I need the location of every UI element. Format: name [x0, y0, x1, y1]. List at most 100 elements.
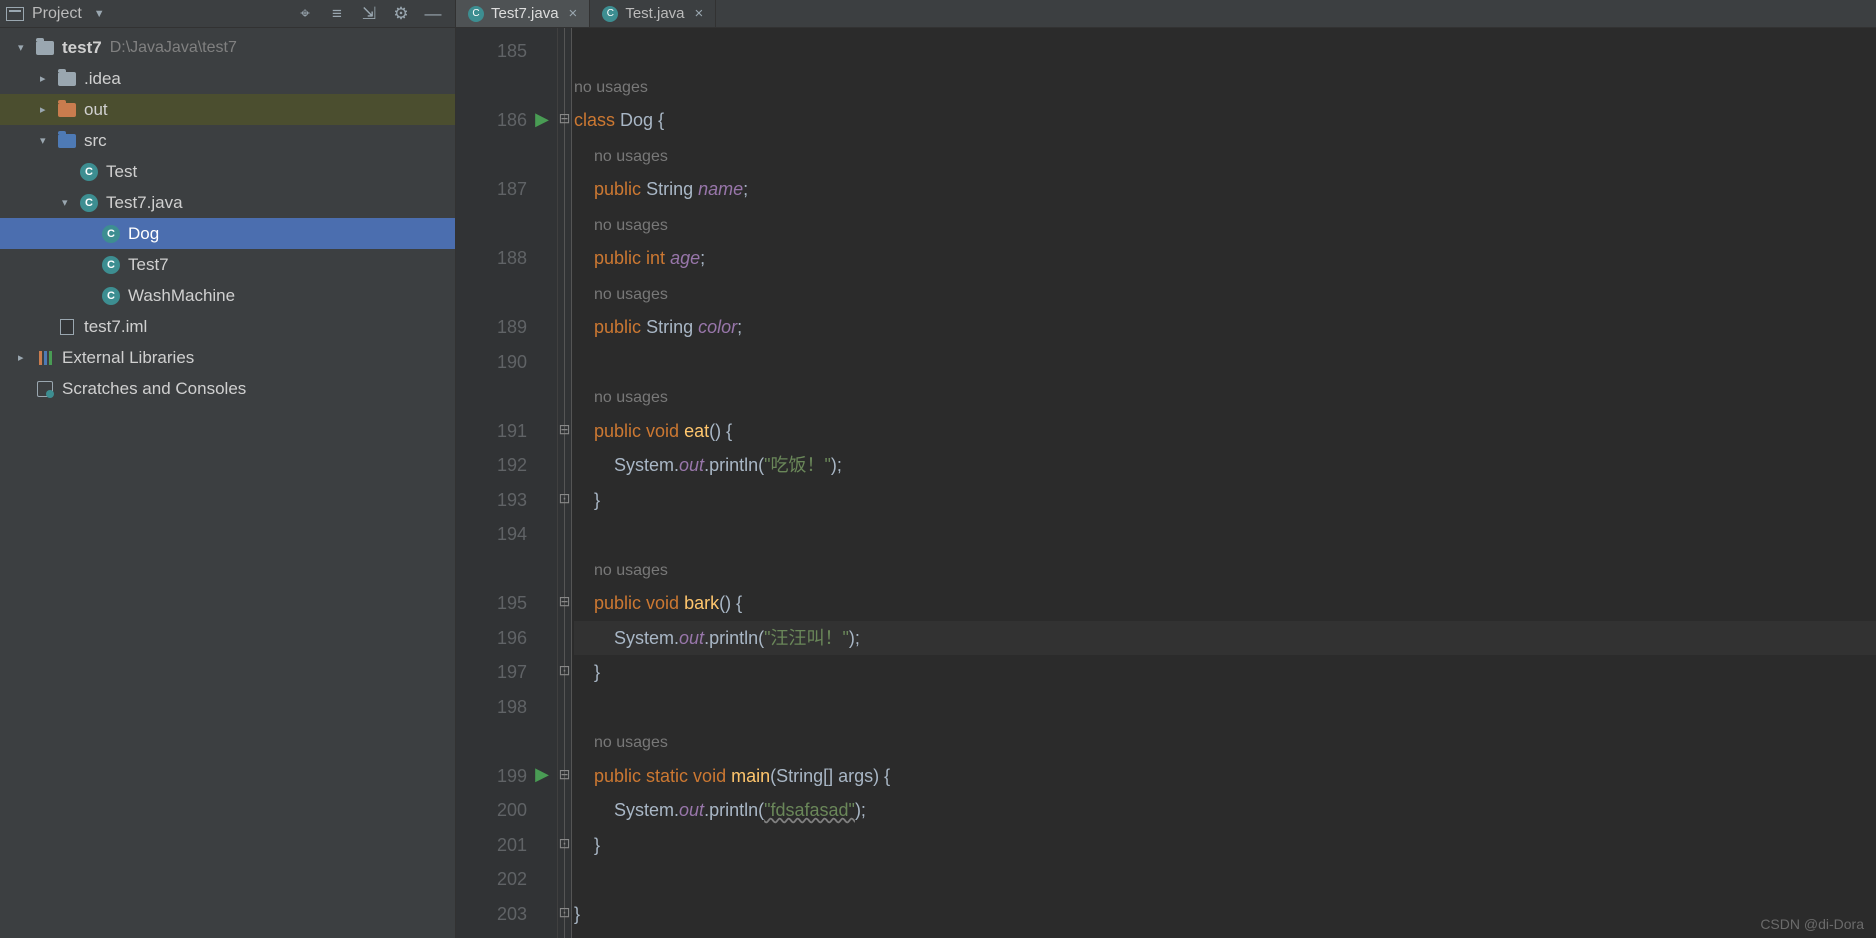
code-line[interactable]: }	[574, 828, 1876, 863]
code-line[interactable]: public String color;	[574, 310, 1876, 345]
tree-row-dog[interactable]: CDog	[0, 218, 455, 249]
tree-row-out[interactable]: ▸ out	[0, 94, 455, 125]
code-line[interactable]	[574, 862, 1876, 897]
code-line[interactable]: public String name;	[574, 172, 1876, 207]
fold-icon[interactable]: ⊡	[559, 907, 570, 918]
code-line[interactable]: public int age;	[574, 241, 1876, 276]
folder-icon	[58, 70, 76, 88]
usage-hint[interactable]: no usages	[594, 389, 668, 406]
expand-icon[interactable]: ≡	[326, 3, 348, 25]
close-icon[interactable]: ×	[695, 5, 704, 22]
tab-test7-java[interactable]: CTest7.java×	[456, 0, 590, 27]
code-line[interactable]: no usages	[574, 552, 1876, 587]
fold-column: ⊟ ⊟ ⊡ ⊟ ⊡ ⊟ ⊡ ⊡	[558, 28, 572, 938]
java-file-icon: C	[602, 6, 618, 22]
fold-icon[interactable]: ⊟	[559, 113, 570, 124]
tree-arrow-icon[interactable]: ▸	[18, 351, 32, 364]
fold-icon[interactable]: ⊡	[559, 493, 570, 504]
hide-icon[interactable]: —	[422, 3, 444, 25]
code-line[interactable]: System.out.println("fdsafasad");	[574, 793, 1876, 828]
tree-label: test7	[62, 38, 102, 58]
code-line[interactable]: no usages	[574, 276, 1876, 311]
code-line[interactable]	[574, 34, 1876, 69]
tree-arrow-icon[interactable]: ▸	[40, 72, 54, 85]
code-line[interactable]	[574, 517, 1876, 552]
gear-icon[interactable]: ⚙	[390, 3, 412, 25]
tree-row-test7[interactable]: C Test7	[0, 249, 455, 280]
usage-hint[interactable]: no usages	[594, 286, 668, 303]
fold-icon[interactable]: ⊟	[559, 424, 570, 435]
code-line[interactable]: public void bark() {	[574, 586, 1876, 621]
tree-row-src[interactable]: ▾ src	[0, 125, 455, 156]
tree-label: test7.iml	[84, 317, 147, 337]
tree-row-test7-iml[interactable]: test7.iml	[0, 311, 455, 342]
class-icon: C	[102, 256, 120, 274]
code-line[interactable]: no usages	[574, 724, 1876, 759]
fold-icon[interactable]: ⊟	[559, 596, 570, 607]
code-line[interactable]: no usages	[574, 69, 1876, 104]
code-body[interactable]: no usages class Dog { no usages public St…	[572, 28, 1876, 938]
tree-label: Test7.java	[106, 193, 183, 213]
code-editor[interactable]: 185186▶187188189190191192193194195196197…	[456, 28, 1876, 938]
usage-hint[interactable]: no usages	[594, 148, 668, 165]
tree-arrow-icon[interactable]: ▾	[62, 196, 76, 209]
tree-label: Test7	[128, 255, 169, 275]
class-icon: C	[102, 287, 120, 305]
scratches-icon	[36, 380, 54, 398]
code-line[interactable]: no usages	[574, 207, 1876, 242]
fold-icon[interactable]: ⊟	[559, 769, 570, 780]
code-line[interactable]: public void eat() {	[574, 414, 1876, 449]
tree-label: External Libraries	[62, 348, 194, 368]
tree-label: .idea	[84, 69, 121, 89]
code-line[interactable]: System.out.println("汪汪叫！");	[574, 621, 1876, 656]
fold-icon[interactable]: ⊡	[559, 665, 570, 676]
folder-icon	[58, 101, 76, 119]
usage-hint[interactable]: no usages	[594, 217, 668, 234]
code-line[interactable]: no usages	[574, 379, 1876, 414]
usage-hint[interactable]: no usages	[574, 79, 648, 96]
tree-row-test7-java[interactable]: ▾CTest7.java	[0, 187, 455, 218]
tree-row-external-libraries[interactable]: ▸ External Libraries	[0, 342, 455, 373]
tab-label: Test.java	[625, 5, 684, 22]
tree-arrow-icon[interactable]: ▸	[40, 103, 54, 116]
tree-row-washmachine[interactable]: CWashMachine	[0, 280, 455, 311]
code-line[interactable]: }	[574, 483, 1876, 518]
code-line[interactable]: }	[574, 897, 1876, 932]
code-line[interactable]: no usages	[574, 138, 1876, 173]
locate-icon[interactable]: ⌖	[294, 3, 316, 25]
tree-label: Scratches and Consoles	[62, 379, 246, 399]
usage-hint[interactable]: no usages	[594, 562, 668, 579]
sidebar-dropdown-icon[interactable]: ▼	[94, 8, 105, 20]
tree-row-test7[interactable]: ▾ test7 D:\JavaJava\test7	[0, 32, 455, 63]
tree-label: src	[84, 131, 107, 151]
tree-row-scratches-and-consoles[interactable]: Scratches and Consoles	[0, 373, 455, 404]
tree-row-test[interactable]: CTest	[0, 156, 455, 187]
collapse-icon[interactable]: ⇲	[358, 3, 380, 25]
editor-tabs: CTest7.java×CTest.java×	[456, 0, 1876, 28]
usage-hint[interactable]: no usages	[594, 734, 668, 751]
code-line[interactable]: class Dog {	[574, 103, 1876, 138]
run-gutter-icon[interactable]: ▶	[534, 767, 550, 783]
code-line[interactable]: public static void main(String[] args) {	[574, 759, 1876, 794]
code-line[interactable]	[574, 345, 1876, 380]
tree-path: D:\JavaJava\test7	[110, 39, 237, 57]
close-icon[interactable]: ×	[569, 5, 578, 22]
tree-row--idea[interactable]: ▸ .idea	[0, 63, 455, 94]
code-line[interactable]: }	[574, 655, 1876, 690]
tree-arrow-icon[interactable]: ▾	[40, 134, 54, 147]
code-line[interactable]	[574, 931, 1876, 938]
code-line[interactable]	[574, 690, 1876, 725]
fold-icon[interactable]: ⊡	[559, 838, 570, 849]
tree-label: out	[84, 100, 108, 120]
project-sidebar: Project ▼ ⌖ ≡ ⇲ ⚙ — ▾ test7 D:\JavaJava\te…	[0, 0, 456, 938]
file-icon	[58, 318, 76, 336]
project-window-icon	[6, 7, 24, 21]
sidebar-title[interactable]: Project	[32, 5, 82, 23]
tree-arrow-icon[interactable]: ▾	[18, 41, 32, 54]
run-gutter-icon[interactable]: ▶	[534, 111, 550, 127]
tab-test-java[interactable]: C Test.java ×	[590, 0, 716, 27]
code-line[interactable]: System.out.println("吃饭！");	[574, 448, 1876, 483]
tree-label: Test	[106, 162, 137, 182]
tab-label: Test7.java	[491, 5, 559, 22]
project-tree: ▾test7D:\JavaJava\test7▸.idea▸out▾srcCTe…	[0, 28, 455, 404]
